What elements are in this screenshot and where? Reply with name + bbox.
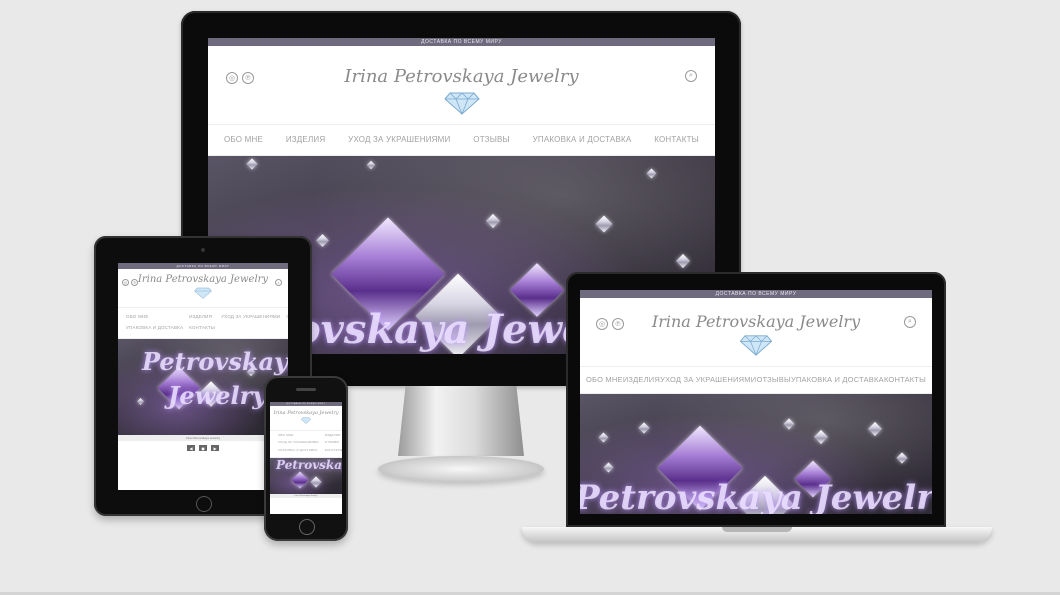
brand-logo-text[interactable]: Irina Petrovskaya Jewelry xyxy=(580,298,932,331)
pinterest-icon[interactable]: ℗ xyxy=(612,318,624,330)
nav-item-care[interactable]: УХОД ЗА УКРАШЕНИЯМИ xyxy=(278,440,319,447)
website-tablet: ДОСТАВКА ПО ВСЕМУ МИРУ ◎ ℗ Irina Petrovs… xyxy=(118,263,288,490)
diamond-image xyxy=(598,432,609,443)
nav-item-products[interactable]: ИЗДЕЛИЯ xyxy=(623,367,660,393)
brand-logo-text[interactable]: Irina Petrovskaya Jewelry xyxy=(270,406,342,416)
nav-item-products[interactable]: ИЗДЕЛИЯ xyxy=(189,312,215,323)
diamond-image xyxy=(316,234,329,247)
website-laptop: ДОСТАВКА ПО ВСЕМУ МИРУ ◎ ℗ Irina Petrovs… xyxy=(580,290,932,514)
main-nav: ОБО МНЕ ИЗДЕЛИЯ УХОД ЗА УКРАШЕНИЯМИ ОТЗЫ… xyxy=(270,430,342,458)
nav-item-products[interactable]: ИЗДЕЛИЯ xyxy=(286,125,326,155)
brand-logo-text[interactable]: Irina Petrovskaya Jewelry xyxy=(208,46,715,87)
shipping-topbar: ДОСТАВКА ПО ВСЕМУ МИРУ xyxy=(580,290,932,298)
next-slide-button[interactable]: ▶ xyxy=(211,445,219,451)
nav-item-contacts[interactable]: КОНТАКТЫ xyxy=(325,448,342,455)
nav-item-reviews[interactable]: ОТЗЫВЫ xyxy=(286,312,288,323)
nav-item-contacts[interactable]: КОНТАКТЫ xyxy=(884,367,926,393)
diamond-image xyxy=(646,168,657,179)
diamond-image xyxy=(867,421,883,437)
instagram-icon[interactable]: ◎ xyxy=(122,279,129,286)
diamond-image xyxy=(485,213,501,229)
nav-item-about[interactable]: ОБО МНЕ xyxy=(586,367,623,393)
diamond-image xyxy=(603,462,614,473)
diamond-image xyxy=(366,160,376,170)
phone-screen: ДОСТАВКА ПО ВСЕМУ МИРУ Irina Petrovskaya… xyxy=(270,402,342,514)
tablet-camera xyxy=(201,248,205,252)
site-header: ◎ ℗ Irina Petrovskaya Jewelry ⌕ xyxy=(208,46,715,124)
diamond-image xyxy=(246,158,258,170)
diamond-image xyxy=(675,253,691,269)
hero-banner: Petrovskaya Jewelry xyxy=(580,394,932,514)
social-links: ◎ ℗ xyxy=(596,318,624,330)
nav-item-contacts[interactable]: КОНТАКТЫ xyxy=(189,323,215,334)
pinterest-icon[interactable]: ℗ xyxy=(242,72,254,84)
slider-controls: ◀ ◼ ▶ xyxy=(118,441,288,451)
site-header: ◎ ℗ Irina Petrovskaya Jewelry ⌕ xyxy=(118,269,288,307)
diamond-image xyxy=(783,418,795,430)
search-icon[interactable]: ⌕ xyxy=(685,70,697,82)
phone-home-button xyxy=(299,519,315,535)
diamond-image xyxy=(638,422,650,434)
diamond-icon xyxy=(301,417,311,424)
nav-item-care[interactable]: УХОД ЗА УКРАШЕНИЯМИ xyxy=(221,312,280,323)
social-links: ◎ ℗ xyxy=(122,279,138,286)
nav-item-shipping[interactable]: УПАКОВКА И ДОСТАВКА xyxy=(278,448,319,455)
diamond-icon xyxy=(739,335,773,356)
brand-logo-text[interactable]: Irina Petrovskaya Jewelry xyxy=(118,269,288,285)
nav-item-care[interactable]: УХОД ЗА УКРАШЕНИЯМИ xyxy=(348,125,450,155)
nav-item-shipping[interactable]: УПАКОВКА И ДОСТАВКА xyxy=(533,125,632,155)
pause-slide-button[interactable]: ◼ xyxy=(199,445,207,451)
website-phone: ДОСТАВКА ПО ВСЕМУ МИРУ Irina Petrovskaya… xyxy=(270,402,342,514)
hero-text-line1: Petrovskaya xyxy=(142,347,288,376)
shipping-topbar: ДОСТАВКА ПО ВСЕМУ МИРУ xyxy=(208,38,715,46)
pinterest-icon[interactable]: ℗ xyxy=(131,279,138,286)
monitor-stand-base xyxy=(378,456,544,482)
prev-slide-button[interactable]: ◀ xyxy=(187,445,195,451)
slider-caption: Irina Petrovskaya Jewelry xyxy=(270,494,342,498)
diamond-image xyxy=(595,215,613,233)
diamond-image xyxy=(813,429,829,445)
purple-diamond-image xyxy=(291,471,309,489)
nav-item-about[interactable]: ОБО МНЕ xyxy=(224,125,263,155)
nav-item-care[interactable]: УХОД ЗА УКРАШЕНИЯМИ xyxy=(660,367,756,393)
hero-banner: Petrovskaya xyxy=(270,458,342,494)
nav-item-reviews[interactable]: ОТЗЫВЫ xyxy=(473,125,510,155)
diamond-image xyxy=(896,452,908,464)
nav-item-reviews[interactable]: ОТЗЫВЫ xyxy=(756,367,790,393)
tablet-home-button xyxy=(196,496,212,512)
nav-item-about[interactable]: ОБО МНЕ xyxy=(278,433,319,440)
diamond-icon xyxy=(194,287,212,299)
nav-item-products[interactable]: ИЗДЕЛИЯ xyxy=(325,433,342,440)
main-nav: ОБО МНЕ ИЗДЕЛИЯ УХОД ЗА УКРАШЕНИЯМИ ОТЗЫ… xyxy=(118,307,288,339)
site-header: Irina Petrovskaya Jewelry xyxy=(270,406,342,430)
diamond-image xyxy=(310,476,322,488)
nav-item-reviews[interactable]: ОТЗЫВЫ xyxy=(325,440,342,447)
nav-item-shipping[interactable]: УПАКОВКА И ДОСТАВКА xyxy=(791,367,884,393)
nav-item-contacts[interactable]: КОНТАКТЫ xyxy=(654,125,699,155)
laptop-screen: ДОСТАВКА ПО ВСЕМУ МИРУ ◎ ℗ Irina Petrovs… xyxy=(580,290,932,514)
monitor-stand-neck xyxy=(398,386,524,456)
site-header: ◎ ℗ Irina Petrovskaya Jewelry ⌕ xyxy=(580,298,932,366)
responsive-mockup: ДОСТАВКА ПО ВСЕМУ МИРУ ◎ ℗ Irina Petrovs… xyxy=(0,0,1060,595)
tablet-screen: ДОСТАВКА ПО ВСЕМУ МИРУ ◎ ℗ Irina Petrovs… xyxy=(118,263,288,490)
laptop-notch xyxy=(722,527,792,532)
hero-script-text: Petrovskaya xyxy=(276,458,342,472)
phone-speaker xyxy=(296,388,316,391)
instagram-icon[interactable]: ◎ xyxy=(226,72,238,84)
hero-banner: Petrovskaya Jewelry xyxy=(118,339,288,435)
main-nav: ОБО МНЕ ИЗДЕЛИЯ УХОД ЗА УКРАШЕНИЯМИ ОТЗЫ… xyxy=(208,124,715,156)
social-links: ◎ ℗ xyxy=(226,72,254,84)
nav-item-shipping[interactable]: УПАКОВКА И ДОСТАВКА xyxy=(126,323,183,334)
diamond-icon xyxy=(443,92,480,115)
search-icon[interactable]: ⌕ xyxy=(275,279,282,286)
nav-item-about[interactable]: ОБО МНЕ xyxy=(126,312,183,323)
main-nav: ОБО МНЕ ИЗДЕЛИЯ УХОД ЗА УКРАШЕНИЯМИ ОТЗЫ… xyxy=(580,366,932,394)
hero-script-text: Petrovskaya Jewelry xyxy=(580,478,932,514)
search-icon[interactable]: ⌕ xyxy=(904,316,916,328)
instagram-icon[interactable]: ◎ xyxy=(596,318,608,330)
